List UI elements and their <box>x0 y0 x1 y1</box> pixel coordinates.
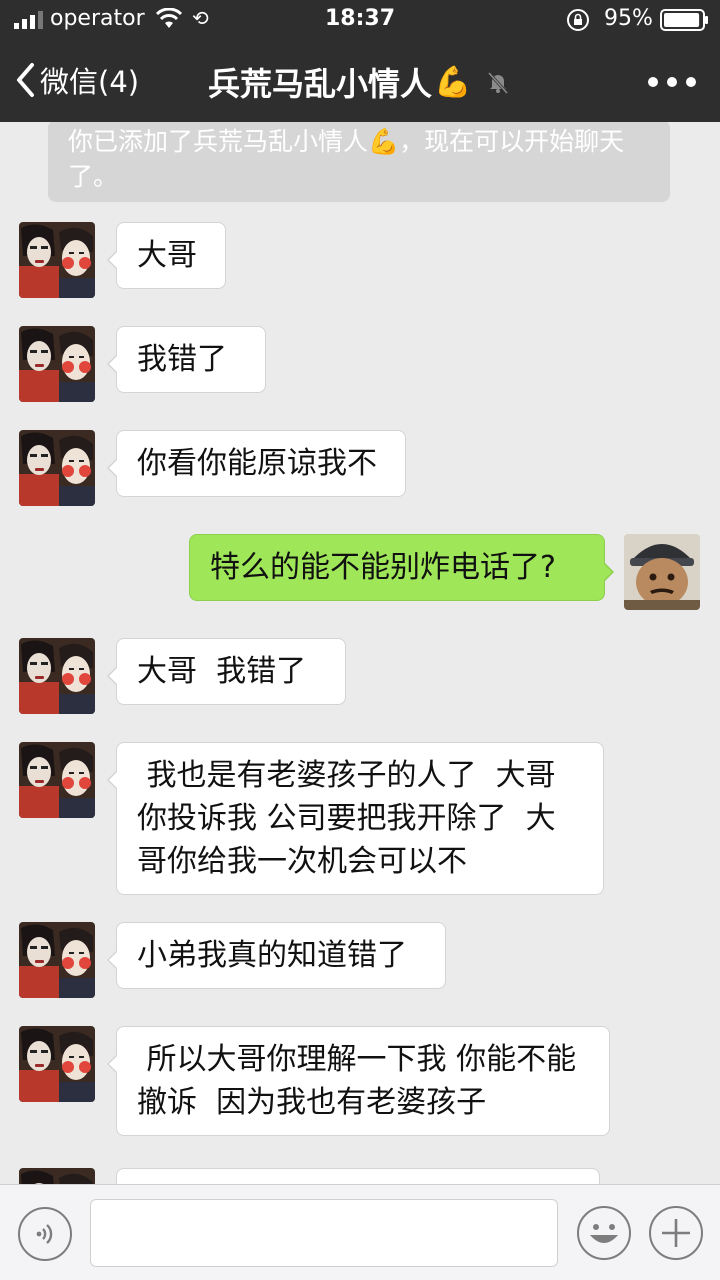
received-message-bubble[interactable] <box>116 1168 600 1184</box>
contact-avatar[interactable] <box>19 326 95 402</box>
more-dot-icon <box>667 77 677 87</box>
more-dot-icon <box>686 77 696 87</box>
contact-avatar[interactable] <box>19 742 95 818</box>
received-message-bubble[interactable]: 所以大哥你理解一下我 你能不能 撤诉 因为我也有老婆孩子 <box>107 1026 610 1136</box>
chat-screen: operator ⟲ 18:37 95% 微信(4) 兵荒马乱小情人 💪 你已添… <box>0 0 720 1280</box>
system-notice-text: 你已添加了兵荒马乱小情人 <box>68 127 369 156</box>
received-message-bubble[interactable]: 小弟我真的知道错了 <box>107 922 446 989</box>
nav-bar: 微信(4) 兵荒马乱小情人 💪 <box>0 40 720 122</box>
emoji-button[interactable] <box>576 1205 632 1261</box>
more-dot-icon <box>648 77 658 87</box>
received-message-bubble[interactable]: 大哥 我错了 <box>107 638 346 705</box>
battery-percent: 95% <box>604 6 653 31</box>
status-bar: operator ⟲ 18:37 95% <box>0 0 720 40</box>
back-label: 微信(4) <box>40 65 140 99</box>
chat-title-text: 兵荒马乱小情人 <box>208 65 433 103</box>
contact-avatar[interactable] <box>19 222 95 298</box>
contact-avatar[interactable] <box>19 638 95 714</box>
contact-avatar[interactable] <box>19 922 95 998</box>
received-message-bubble[interactable]: 大哥 <box>107 222 226 289</box>
message-input[interactable] <box>90 1199 558 1267</box>
rotation-lock-icon <box>567 9 589 31</box>
contact-avatar[interactable] <box>19 430 95 506</box>
received-message-bubble[interactable]: 我错了 <box>107 326 266 393</box>
message-list[interactable]: 你已添加了兵荒马乱小情人💪，现在可以开始聊天了。 大哥我错了你看你能原谅我不特么… <box>0 122 720 1184</box>
voice-button[interactable] <box>18 1207 72 1261</box>
my-avatar[interactable] <box>624 534 700 610</box>
chevron-left-icon <box>17 63 34 97</box>
battery-icon <box>660 9 708 31</box>
received-message-bubble[interactable]: 你看你能原谅我不 <box>107 430 406 497</box>
mute-bell-icon <box>488 71 509 95</box>
contact-avatar[interactable] <box>19 1026 95 1102</box>
flexed-biceps-emoji: 💪 <box>368 127 400 156</box>
chat-title: 兵荒马乱小情人 💪 <box>208 60 511 104</box>
input-bar <box>0 1184 720 1280</box>
more-options-button[interactable] <box>648 64 696 100</box>
system-notice: 你已添加了兵荒马乱小情人💪，现在可以开始聊天了。 <box>48 122 670 202</box>
received-message-bubble[interactable]: 我也是有老婆孩子的人了 大哥 你投诉我 公司要把我开除了 大 哥你给我一次机会可… <box>107 742 604 895</box>
contact-avatar[interactable] <box>19 1168 95 1184</box>
sent-message-bubble[interactable]: 特么的能不能别炸电话了? <box>189 534 614 601</box>
voice-icon <box>36 1224 53 1244</box>
plus-button[interactable] <box>648 1205 704 1261</box>
back-button[interactable]: 微信(4) <box>14 58 139 102</box>
flexed-biceps-emoji: 💪 <box>434 64 472 100</box>
